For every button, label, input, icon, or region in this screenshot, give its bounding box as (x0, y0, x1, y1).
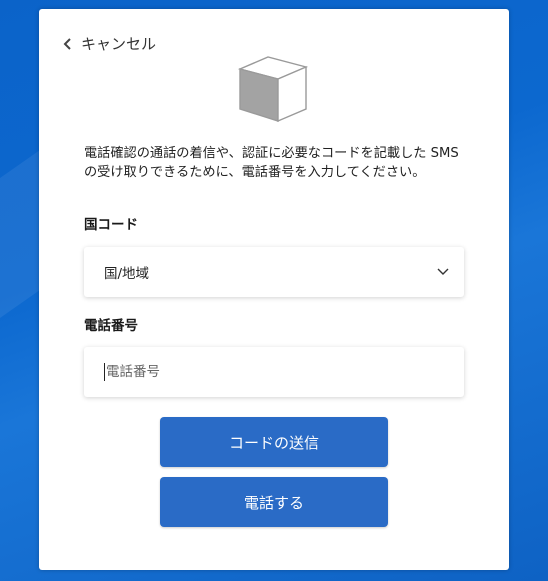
phone-number-input[interactable] (106, 364, 444, 380)
phone-number-field[interactable] (84, 347, 464, 397)
country-select[interactable]: 国/地域 (84, 247, 464, 297)
cancel-link[interactable]: キャンセル (61, 33, 156, 54)
sign-in-card: キャンセル 電話確認の通話の着信や、認証に必要なコードを記載した SMS の受け… (39, 9, 509, 570)
cancel-label: キャンセル (81, 35, 157, 53)
country-code-label: 国コード (84, 217, 138, 233)
instruction-text: 電話確認の通話の着信や、認証に必要なコードを記載した SMS の受け取りできるた… (84, 146, 459, 180)
text-cursor (104, 363, 105, 381)
cube-icon (237, 56, 309, 123)
call-button[interactable]: 電話する (160, 477, 388, 527)
chevron-down-icon (437, 268, 449, 275)
country-select-value: 国/地域 (104, 266, 150, 282)
phone-number-label: 電話番号 (84, 318, 138, 334)
chevron-left-icon (63, 37, 71, 50)
send-code-button[interactable]: コードの送信 (160, 417, 388, 467)
